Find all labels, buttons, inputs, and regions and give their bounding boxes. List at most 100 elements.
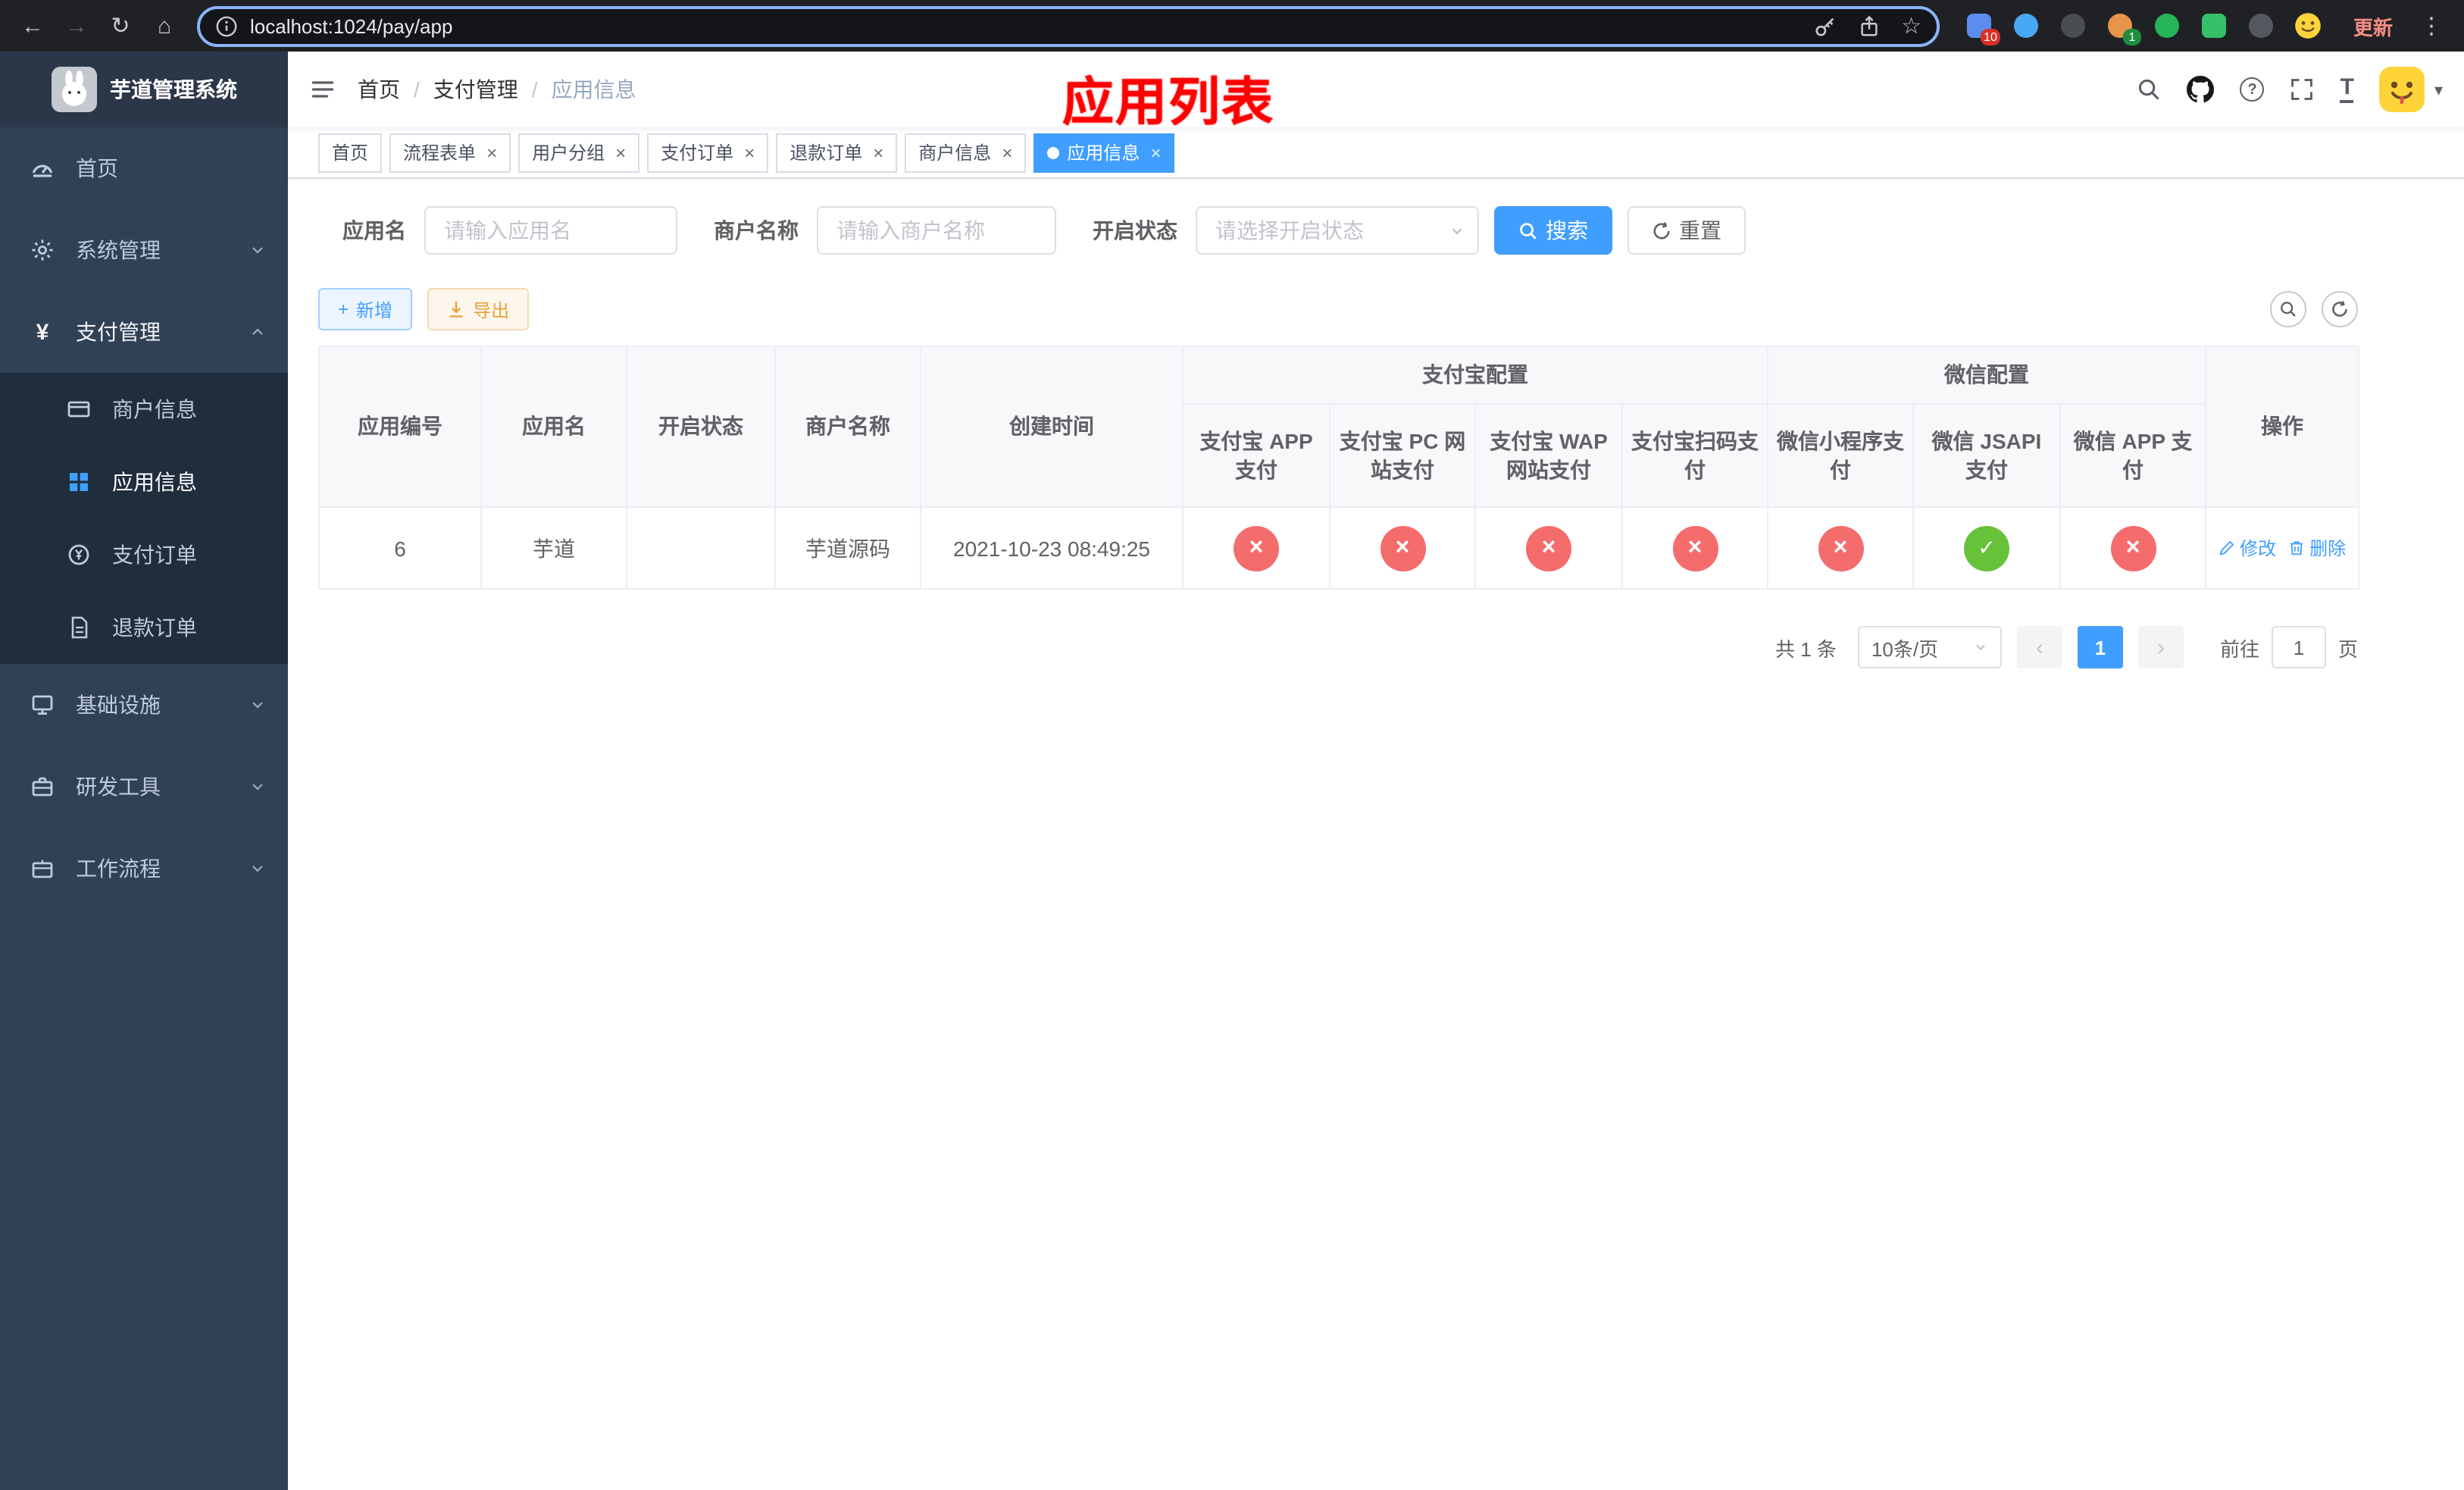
extension-profile-icon[interactable]: 1 xyxy=(2105,11,2141,45)
site-info-icon[interactable] xyxy=(215,14,238,37)
plus-icon: + xyxy=(338,299,349,320)
monitor-icon xyxy=(30,693,55,717)
page-annotation: 应用列表 xyxy=(1062,74,1274,132)
browser-home-button[interactable]: ⌂ xyxy=(144,5,185,46)
download-icon xyxy=(449,301,463,318)
browser-menu-icon[interactable]: ⋮ xyxy=(2411,12,2452,39)
merchant-name-input[interactable] xyxy=(817,206,1056,255)
reset-button[interactable]: 重置 xyxy=(1628,206,1746,255)
tab-process-form[interactable]: 流程表单 × xyxy=(389,133,511,172)
extension-green-square-icon[interactable] xyxy=(2199,11,2229,41)
header-search-icon[interactable] xyxy=(2137,77,2162,102)
prev-page-button[interactable]: ‹ xyxy=(2016,626,2062,668)
sidebar-item-payment[interactable]: ¥ 支付管理 xyxy=(0,291,288,373)
gear-icon xyxy=(30,238,55,262)
breadcrumb-payment[interactable]: 支付管理 xyxy=(433,74,518,105)
payment-submenu: 商户信息 应用信息 支付订单 退款订单 xyxy=(0,373,288,664)
sidebar-item-workflow[interactable]: 工作流程 xyxy=(0,828,288,909)
right-tools xyxy=(2270,291,2358,327)
select-caret-icon xyxy=(1976,644,1985,651)
tab-home[interactable]: 首页 xyxy=(318,133,383,172)
sidebar-item-refund-order[interactable]: 退款订单 xyxy=(0,591,288,664)
search-button[interactable]: 搜索 xyxy=(1494,206,1612,255)
alipay-app-disabled-icon: × xyxy=(1234,525,1279,571)
browser-forward-button[interactable]: → xyxy=(56,5,97,46)
extension-drop-icon[interactable] xyxy=(2011,11,2041,41)
app-name-input[interactable] xyxy=(424,206,677,255)
tab-user-group[interactable]: 用户分组 × xyxy=(518,133,640,172)
sidebar-item-merchant-info[interactable]: 商户信息 xyxy=(0,373,288,446)
close-icon[interactable]: × xyxy=(744,143,755,161)
browser-back-button[interactable]: ← xyxy=(12,5,53,46)
browser-update-button[interactable]: 更新 xyxy=(2338,11,2408,40)
hamburger-icon[interactable] xyxy=(288,76,358,103)
close-icon[interactable]: × xyxy=(615,143,626,161)
reload-icon: ↻ xyxy=(111,14,130,39)
col-header-alipay-qr: 支付宝扫码支付 xyxy=(1621,403,1768,508)
help-icon[interactable]: ? xyxy=(2240,77,2265,102)
refresh-icon xyxy=(2332,301,2347,317)
fullscreen-icon[interactable] xyxy=(2290,77,2315,102)
screen: ← → ↻ ⌂ localhost:1024/pay/app ☆ 10 1 更新… xyxy=(0,0,2464,1490)
status-select[interactable]: 请选择开启状态 xyxy=(1196,206,1479,255)
col-header-merchant: 商户名称 xyxy=(774,346,921,508)
sidebar-menu: 首页 系统管理 ¥ 支付管理 商户信息 应用信息 支付订单 退款订单 基础设施 … xyxy=(0,127,288,909)
extension-emoji-icon[interactable] xyxy=(2293,11,2323,41)
browser-reload-button[interactable]: ↻ xyxy=(100,5,141,46)
breadcrumb-home[interactable]: 首页 xyxy=(358,74,400,105)
sidebar-item-devtools[interactable]: 研发工具 xyxy=(0,746,288,828)
github-icon[interactable] xyxy=(2187,76,2215,103)
refresh-table-button[interactable] xyxy=(2322,291,2358,327)
user-menu[interactable]: ▾ xyxy=(2379,67,2443,112)
page-number-button[interactable]: 1 xyxy=(2077,626,2123,668)
sidebar-item-home[interactable]: 首页 xyxy=(0,127,288,209)
goto-page-input[interactable] xyxy=(2271,626,2326,668)
export-button[interactable]: 导出 xyxy=(427,288,530,330)
chevron-down-icon xyxy=(249,696,267,714)
tab-pay-order[interactable]: 支付订单 × xyxy=(647,133,769,172)
table-row: 6 芋道 芋道源码 2021-10-23 08:49:25 × × × × × xyxy=(318,506,2360,590)
back-icon: ← xyxy=(21,13,44,39)
close-icon[interactable]: × xyxy=(1002,143,1012,161)
pagination: 共 1 条 10条/页 ‹ 1 › 前往 页 xyxy=(318,626,2358,668)
tab-app-info[interactable]: 应用信息 × xyxy=(1033,133,1175,172)
app-name-label: 应用名 xyxy=(342,218,406,243)
next-icon: › xyxy=(2156,634,2165,660)
home-icon: ⌂ xyxy=(157,13,172,39)
bookmark-star-icon[interactable]: ☆ xyxy=(1901,14,1921,37)
col-header-status: 开启状态 xyxy=(626,346,776,508)
url-text[interactable]: localhost:1024/pay/app xyxy=(250,14,452,37)
search-icon xyxy=(1520,222,1537,239)
extension-puzzle-icon[interactable] xyxy=(2246,11,2276,41)
close-icon[interactable]: × xyxy=(486,143,497,161)
sidebar-item-system[interactable]: 系统管理 xyxy=(0,209,288,291)
tab-refund-order[interactable]: 退款订单 × xyxy=(776,133,898,172)
close-icon[interactable]: × xyxy=(1150,143,1161,161)
alipay-pc-disabled-icon: × xyxy=(1380,525,1425,571)
password-key-icon[interactable] xyxy=(1813,14,1836,37)
filter-form: 应用名 商户名称 开启状态 请选择开启状态 搜索 xyxy=(342,206,2358,255)
caret-down-icon: ▾ xyxy=(2434,81,2443,99)
extension-dark-circle-icon[interactable] xyxy=(2058,11,2088,41)
navbar: 首页 / 支付管理 / 应用信息 ? T ▾ xyxy=(288,52,2464,127)
refresh-icon xyxy=(1653,221,1670,239)
address-bar[interactable]: localhost:1024/pay/app ☆ xyxy=(197,5,1940,46)
sidebar-logo[interactable]: 芋道管理系统 xyxy=(0,52,288,127)
toggle-search-button[interactable] xyxy=(2270,291,2306,327)
sidebar-item-pay-order[interactable]: 支付订单 xyxy=(0,518,288,591)
extension-grid-icon[interactable]: 10 xyxy=(1964,11,2000,45)
sidebar-item-app-info[interactable]: 应用信息 xyxy=(0,446,288,518)
add-button[interactable]: + 新增 xyxy=(318,288,413,330)
col-group-alipay: 支付宝配置 xyxy=(1182,346,1768,405)
tab-merchant-info[interactable]: 商户信息 × xyxy=(905,133,1027,172)
sidebar-item-infra[interactable]: 基础设施 xyxy=(0,664,288,746)
font-size-icon[interactable]: T xyxy=(2340,74,2354,104)
page-size-select[interactable]: 10条/页 xyxy=(1857,626,2002,668)
edit-link[interactable]: 修改 xyxy=(2219,535,2276,561)
close-icon[interactable]: × xyxy=(873,143,883,161)
next-page-button[interactable]: › xyxy=(2137,626,2184,668)
delete-link[interactable]: 删除 xyxy=(2288,535,2346,561)
cell-create-time: 2021-10-23 08:49:25 xyxy=(920,506,1184,590)
extension-vue-devtools-icon[interactable] xyxy=(2152,11,2182,41)
share-icon[interactable] xyxy=(1857,14,1880,37)
